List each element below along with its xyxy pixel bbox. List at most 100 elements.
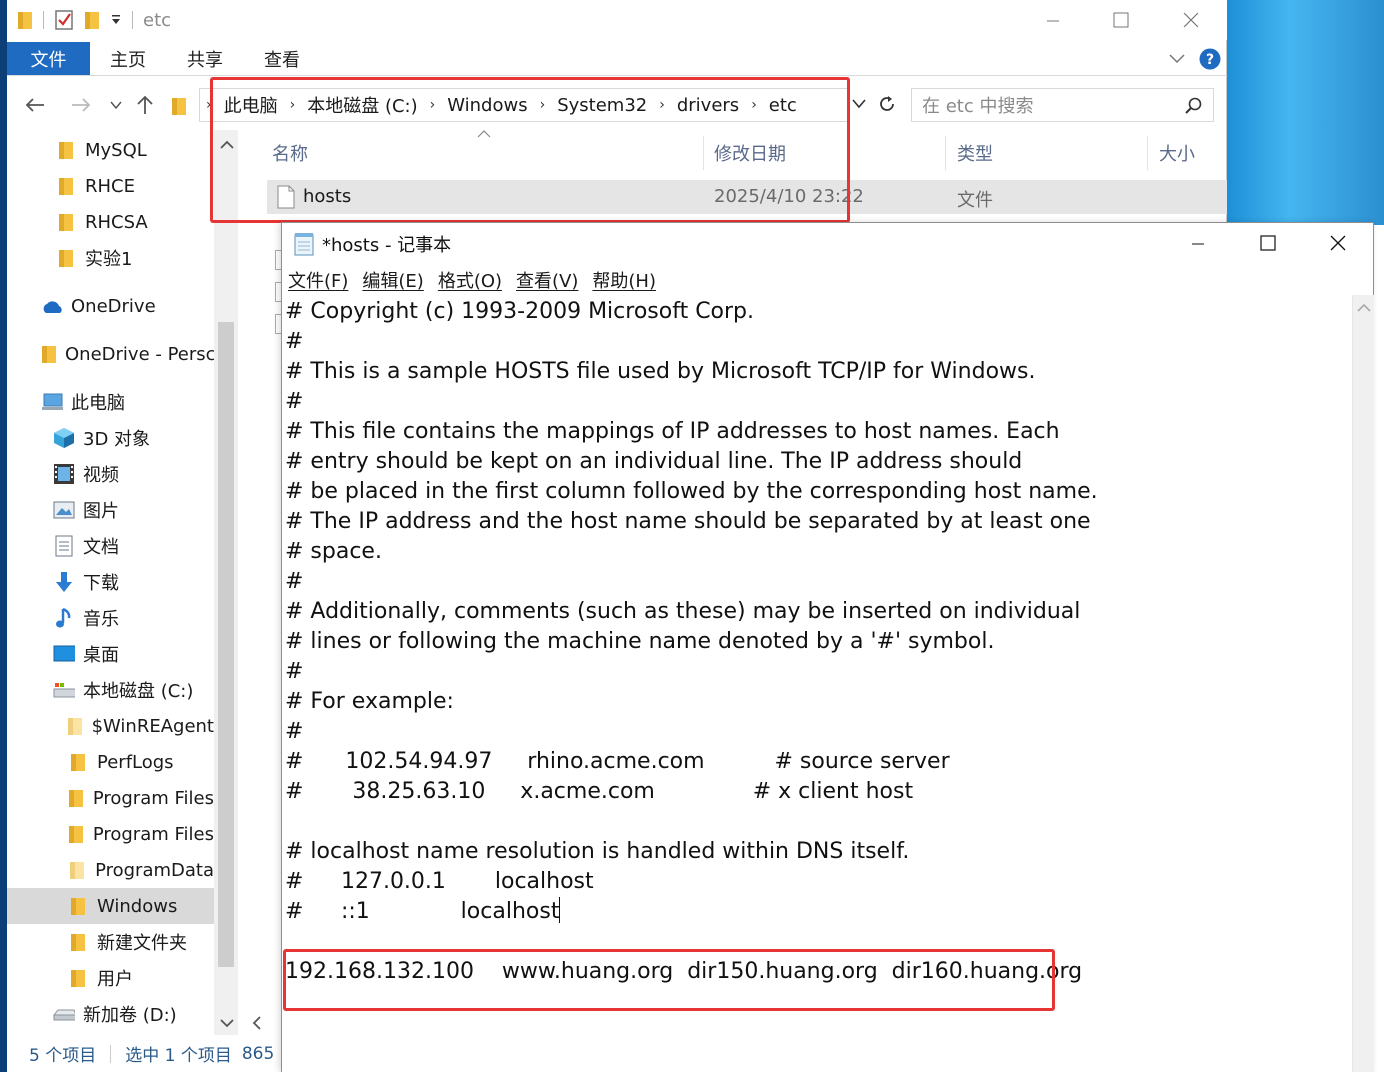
close-button[interactable] [1157, 0, 1225, 40]
notepad-close-button[interactable] [1304, 223, 1372, 263]
tab-file[interactable]: 文件 [7, 42, 90, 75]
search-placeholder: 在 etc 中搜索 [922, 96, 1034, 117]
drive-icon [53, 1003, 75, 1025]
text-line: # [285, 329, 304, 354]
notepad-vertical-scrollbar[interactable] [1352, 295, 1374, 1072]
text-line: # 38.25.63.10 x.acme.com # x client host [285, 779, 914, 804]
column-size[interactable]: 大小 [1159, 140, 1195, 166]
desktop-background-left [0, 0, 7, 1072]
menu-format[interactable]: 格式(O) [438, 267, 502, 293]
tab-home[interactable]: 主页 [110, 42, 146, 75]
quick-access-toolbar: etc [17, 8, 171, 32]
back-button[interactable] [21, 92, 49, 118]
nav-item-lab1[interactable]: 实验1 [7, 240, 214, 276]
help-icon[interactable]: ? [1199, 48, 1221, 70]
nav-item-pictures[interactable]: 图片 [7, 492, 214, 528]
computer-icon [41, 391, 63, 413]
film-icon [53, 463, 75, 485]
nav-item-users[interactable]: 用户 [7, 960, 214, 996]
up-button[interactable] [131, 92, 159, 118]
expand-ribbon-icon[interactable] [1167, 48, 1187, 68]
nav-item-onedrive[interactable]: OneDrive [7, 288, 214, 324]
folder-icon [67, 751, 89, 773]
nav-item-new-volume[interactable]: 新加卷 (D:) [7, 996, 214, 1032]
nav-item-this-pc[interactable]: 此电脑 [7, 384, 214, 420]
file-type: 文件 [957, 190, 993, 211]
folder-icon [55, 175, 77, 197]
nav-item-winreagent[interactable]: $WinREAgent [7, 708, 214, 744]
folder-icon [41, 343, 57, 365]
search-icon[interactable] [1185, 97, 1203, 115]
menu-file[interactable]: 文件(F) [288, 267, 348, 293]
text-line: # This file contains the mappings of IP … [285, 419, 1060, 444]
nav-item-documents[interactable]: 文档 [7, 528, 214, 564]
nav-item-music[interactable]: 音乐 [7, 600, 214, 636]
ribbon-tabs: 文件 主页 共享 查看 ? [7, 42, 1227, 76]
text-line: # The IP address and the host name shoul… [285, 509, 1091, 534]
text-line-caret: # ::1 localhost [285, 897, 1352, 927]
nav-label: 3D 对象 [83, 429, 151, 450]
notepad-maximize-button[interactable] [1234, 223, 1302, 263]
refresh-icon[interactable] [877, 94, 897, 114]
scroll-up-icon[interactable] [1357, 303, 1371, 313]
status-item-count: 5 个项目 [29, 1046, 97, 1066]
scroll-down-icon[interactable] [220, 1018, 234, 1028]
notepad-icon [292, 232, 316, 256]
folder-icon [55, 247, 77, 269]
nav-label: Program Files [92, 823, 214, 845]
tab-view[interactable]: 查看 [264, 42, 300, 75]
nav-label: 用户 [97, 969, 133, 990]
menu-help[interactable]: 帮助(H) [592, 267, 656, 293]
scroll-left-icon[interactable] [252, 1016, 262, 1030]
nav-item-programdata[interactable]: ProgramData [7, 852, 214, 888]
menu-edit[interactable]: 编辑(E) [362, 267, 423, 293]
notepad-menubar: 文件(F) 编辑(E) 格式(O) 查看(V) 帮助(H) [288, 267, 656, 293]
navigation-pane: MySQL RHCE RHCSA 实验1 OneDrive OneDrive -… [7, 130, 214, 1035]
minimize-button[interactable] [1019, 0, 1087, 40]
nav-item-perflogs[interactable]: PerfLogs [7, 744, 214, 780]
text-line: # [285, 719, 304, 744]
nav-item-program-files[interactable]: Program Files [7, 780, 214, 816]
recent-locations-icon[interactable] [102, 92, 130, 118]
nav-item-desktop[interactable]: 桌面 [7, 636, 214, 672]
properties-icon[interactable] [54, 9, 74, 31]
new-folder-icon[interactable] [84, 10, 100, 30]
menu-view[interactable]: 查看(V) [516, 267, 578, 293]
explorer-titlebar: etc [7, 0, 1227, 40]
folder-icon [17, 10, 33, 30]
nav-label: 视频 [83, 465, 119, 486]
nav-item-3d-objects[interactable]: 3D 对象 [7, 420, 214, 456]
text-line: # Copyright (c) 1993-2009 Microsoft Corp… [285, 299, 755, 324]
address-history-icon[interactable] [852, 98, 866, 110]
cube-3d-icon [53, 427, 75, 449]
picture-icon [53, 499, 75, 521]
maximize-button[interactable] [1087, 0, 1155, 40]
nav-item-windows[interactable]: Windows [7, 888, 214, 924]
text-line: # 127.0.0.1 localhost [285, 869, 594, 894]
navigation-scrollbar-thumb[interactable] [218, 322, 234, 967]
nav-item-downloads[interactable]: 下载 [7, 564, 214, 600]
forward-button[interactable] [67, 92, 95, 118]
text-line: # localhost name resolution is handled w… [285, 839, 910, 864]
nav-item-rhce[interactable]: RHCE [7, 168, 214, 204]
nav-item-rhcsa[interactable]: RHCSA [7, 204, 214, 240]
notepad-minimize-button[interactable] [1164, 223, 1232, 263]
nav-label: 图片 [83, 501, 119, 522]
customize-qat-icon[interactable] [110, 13, 122, 27]
nav-item-program-files-x86[interactable]: Program Files [7, 816, 214, 852]
nav-item-videos[interactable]: 视频 [7, 456, 214, 492]
nav-label: Program Files [92, 787, 214, 809]
nav-label: 新建文件夹 [97, 933, 187, 954]
nav-item-onedrive-personal[interactable]: OneDrive - Persc [7, 336, 214, 372]
search-input[interactable]: 在 etc 中搜索 [911, 88, 1214, 122]
nav-item-local-disk[interactable]: 本地磁盘 (C:) [7, 672, 214, 708]
nav-label: 此电脑 [71, 393, 125, 414]
folder-icon [67, 823, 85, 845]
nav-item-mysql[interactable]: MySQL [7, 132, 214, 168]
column-type[interactable]: 类型 [957, 140, 993, 166]
svg-text:?: ? [1206, 52, 1214, 68]
text-line: # [285, 659, 304, 684]
tab-share[interactable]: 共享 [187, 42, 223, 75]
nav-item-new-folder[interactable]: 新建文件夹 [7, 924, 214, 960]
text-caret [559, 897, 561, 923]
